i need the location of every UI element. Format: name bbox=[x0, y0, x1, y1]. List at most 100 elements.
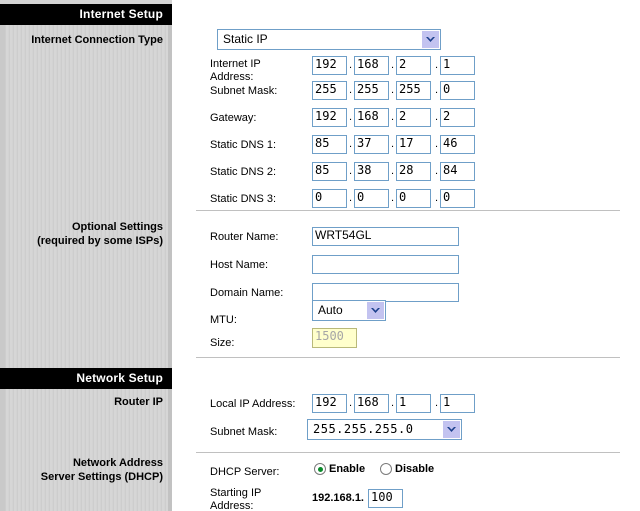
static-dns-2-octet-2[interactable]: 38 bbox=[354, 162, 389, 181]
ip-dot: . bbox=[349, 165, 353, 177]
sidebar-label-dhcp-line1: Network Address bbox=[72, 457, 163, 469]
sidebar-left-edge bbox=[0, 0, 5, 511]
sidebar-label-optional-settings-line2: (required by some ISPs) bbox=[37, 235, 163, 247]
static-dns-1-octet-3[interactable]: 17 bbox=[396, 135, 431, 154]
internet-connection-type-value: Static IP bbox=[223, 32, 268, 46]
ip-dot: . bbox=[391, 138, 395, 150]
label-internet-ip-address: Internet IP Address: bbox=[210, 58, 261, 83]
ip-dot: . bbox=[391, 111, 395, 123]
gateway-octet-4[interactable]: 2 bbox=[440, 108, 475, 127]
sidebar-label-router-ip: Router IP bbox=[114, 396, 163, 408]
internet-ip-octet-3[interactable]: 2 bbox=[396, 56, 431, 75]
label-lan-subnet-mask: Subnet Mask: bbox=[210, 426, 278, 438]
sidebar bbox=[0, 0, 172, 511]
label-domain-name: Domain Name: bbox=[210, 287, 284, 299]
starting-ip-last-octet-input[interactable]: 100 bbox=[368, 489, 403, 508]
label-dhcp-server: DHCP Server: bbox=[210, 466, 280, 478]
ip-dot: . bbox=[435, 84, 439, 96]
label-starting-ip-address: Starting IP Address: bbox=[210, 487, 262, 511]
static-dns-1-octet-2[interactable]: 37 bbox=[354, 135, 389, 154]
static-dns-3-octet-3[interactable]: 0 bbox=[396, 189, 431, 208]
router-name-input[interactable]: WRT54GL bbox=[312, 227, 459, 246]
dhcp-enable-radio-group[interactable]: Enable bbox=[314, 463, 365, 475]
mtu-size-input[interactable]: 1500 bbox=[312, 328, 357, 348]
ip-dot: . bbox=[391, 84, 395, 96]
sidebar-label-optional-settings-line1: Optional Settings bbox=[71, 221, 163, 233]
ip-dot: . bbox=[391, 59, 395, 71]
static-dns-2-octet-1[interactable]: 85 bbox=[312, 162, 347, 181]
host-name-input[interactable] bbox=[312, 255, 459, 274]
section-bar-internet-setup: Internet Setup bbox=[0, 4, 172, 25]
subnet-mask-octet-2[interactable]: 255 bbox=[354, 81, 389, 100]
static-dns-2-octet-3[interactable]: 28 bbox=[396, 162, 431, 181]
ip-dot: . bbox=[349, 138, 353, 150]
router-admin-page: Internet Setup Internet Connection Type … bbox=[0, 0, 640, 511]
internet-connection-type-select[interactable]: Static IP bbox=[217, 29, 441, 50]
label-local-ip-address: Local IP Address: bbox=[210, 398, 296, 410]
label-host-name: Host Name: bbox=[210, 259, 269, 271]
subnet-mask-octet-3[interactable]: 255 bbox=[396, 81, 431, 100]
divider-optional-settings bbox=[196, 210, 620, 211]
dhcp-disable-radio-group[interactable]: Disable bbox=[380, 463, 434, 475]
ip-dot: . bbox=[349, 84, 353, 96]
internet-ip-octet-4[interactable]: 1 bbox=[440, 56, 475, 75]
chevron-down-icon[interactable] bbox=[443, 421, 460, 438]
section-bar-network-setup: Network Setup bbox=[0, 368, 172, 389]
ip-dot: . bbox=[391, 165, 395, 177]
ip-dot: . bbox=[349, 59, 353, 71]
lan-subnet-mask-select[interactable]: 255.255.255.0 bbox=[307, 419, 462, 440]
dhcp-disable-radio[interactable] bbox=[380, 463, 392, 475]
lan-subnet-mask-value: 255.255.255.0 bbox=[313, 422, 414, 436]
label-static-dns-2: Static DNS 2: bbox=[210, 166, 277, 178]
static-dns-3-octet-1[interactable]: 0 bbox=[312, 189, 347, 208]
internet-ip-octet-1[interactable]: 192 bbox=[312, 56, 347, 75]
sidebar-label-dhcp-line2: Server Settings (DHCP) bbox=[40, 471, 163, 483]
ip-dot: . bbox=[349, 111, 353, 123]
starting-ip-prefix: 192.168.1. bbox=[312, 492, 364, 504]
gateway-octet-1[interactable]: 192 bbox=[312, 108, 347, 127]
label-static-dns-3: Static DNS 3: bbox=[210, 193, 277, 205]
ip-dot: . bbox=[435, 138, 439, 150]
local-ip-octet-4[interactable]: 1 bbox=[440, 394, 475, 413]
content-area: Static IP Internet IP Address: 192 . 168… bbox=[172, 0, 640, 511]
static-dns-1-octet-4[interactable]: 46 bbox=[440, 135, 475, 154]
ip-dot: . bbox=[435, 165, 439, 177]
dhcp-enable-radio[interactable] bbox=[314, 463, 326, 475]
ip-dot: . bbox=[435, 192, 439, 204]
divider-network-setup bbox=[196, 357, 620, 358]
static-dns-3-octet-4[interactable]: 0 bbox=[440, 189, 475, 208]
mtu-select[interactable]: Auto bbox=[312, 300, 386, 321]
ip-dot: . bbox=[391, 192, 395, 204]
dhcp-disable-label: Disable bbox=[395, 463, 435, 475]
ip-dot: . bbox=[349, 397, 353, 409]
label-subnet-mask: Subnet Mask: bbox=[210, 85, 278, 97]
subnet-mask-octet-1[interactable]: 255 bbox=[312, 81, 347, 100]
ip-dot: . bbox=[349, 192, 353, 204]
mtu-value: Auto bbox=[318, 303, 343, 317]
gateway-octet-2[interactable]: 168 bbox=[354, 108, 389, 127]
chevron-down-icon[interactable] bbox=[367, 302, 384, 319]
ip-dot: . bbox=[435, 59, 439, 71]
static-dns-2-octet-4[interactable]: 84 bbox=[440, 162, 475, 181]
internet-ip-octet-2[interactable]: 168 bbox=[354, 56, 389, 75]
gateway-octet-3[interactable]: 2 bbox=[396, 108, 431, 127]
label-static-dns-1: Static DNS 1: bbox=[210, 139, 277, 151]
sidebar-label-internet-connection-type: Internet Connection Type bbox=[31, 34, 163, 46]
chevron-down-icon[interactable] bbox=[422, 31, 439, 48]
subnet-mask-octet-4[interactable]: 0 bbox=[440, 81, 475, 100]
divider-dhcp bbox=[196, 452, 620, 453]
dhcp-enable-label: Enable bbox=[329, 463, 366, 475]
static-dns-3-octet-2[interactable]: 0 bbox=[354, 189, 389, 208]
label-router-name: Router Name: bbox=[210, 231, 279, 243]
label-size: Size: bbox=[210, 337, 235, 349]
sidebar-label-optional-settings: Optional Settings (required by some ISPs… bbox=[5, 220, 163, 248]
static-dns-1-octet-1[interactable]: 85 bbox=[312, 135, 347, 154]
local-ip-octet-1[interactable]: 192 bbox=[312, 394, 347, 413]
ip-dot: . bbox=[435, 111, 439, 123]
ip-dot: . bbox=[435, 397, 439, 409]
ip-dot: . bbox=[391, 397, 395, 409]
local-ip-octet-2[interactable]: 168 bbox=[354, 394, 389, 413]
local-ip-octet-3[interactable]: 1 bbox=[396, 394, 431, 413]
label-mtu: MTU: bbox=[210, 314, 237, 326]
sidebar-label-dhcp: Network Address Server Settings (DHCP) bbox=[5, 456, 163, 484]
